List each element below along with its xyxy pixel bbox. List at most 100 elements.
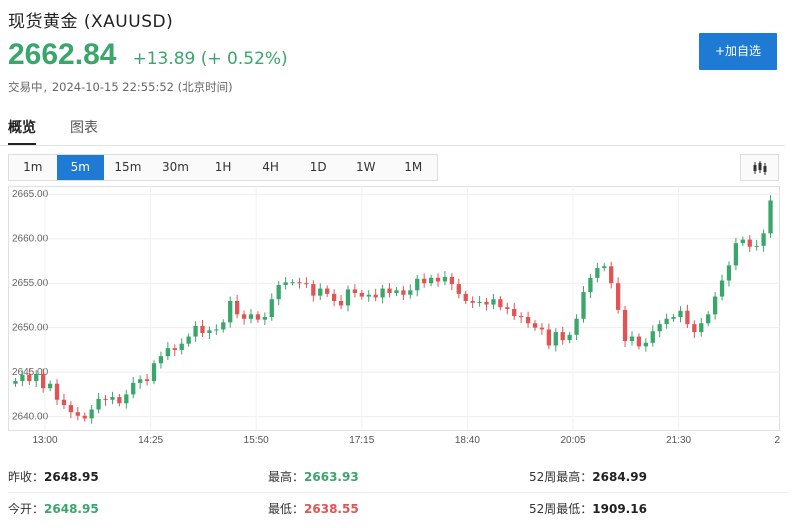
candle-body: [380, 288, 385, 298]
interval-1m[interactable]: 1m: [9, 155, 57, 180]
candle-body: [200, 325, 205, 334]
candle-body: [165, 348, 171, 357]
candle-body: [234, 300, 240, 315]
stat-low: 最低：2638.55: [268, 500, 359, 517]
candle-body: [512, 309, 517, 317]
candle-body: [761, 233, 766, 246]
interval-selector: 1m 5m 15m 30m 1H 4H 1D 1W 1M: [8, 154, 438, 181]
candle-body: [186, 336, 191, 344]
candle-body: [740, 239, 745, 244]
candle-body: [671, 317, 676, 319]
candle-body: [456, 284, 461, 294]
interval-5m[interactable]: 5m: [56, 155, 105, 180]
candle-body: [553, 332, 558, 346]
candle-body: [463, 293, 468, 301]
y-tick-label: 2640.00: [12, 412, 49, 423]
candle-body: [262, 317, 267, 320]
candle-body: [241, 314, 247, 319]
stat-prev-close: 昨收：2648.95: [8, 468, 99, 485]
page-title: 现货黄金 (XAUUSD): [8, 12, 174, 32]
candle-body: [519, 316, 524, 318]
candle-body: [401, 290, 406, 295]
chart-type-button[interactable]: [740, 154, 779, 181]
candle-body: [110, 397, 115, 400]
candle-body: [532, 323, 538, 328]
candle-body: [719, 280, 725, 297]
add-watchlist-button[interactable]: +加自选: [699, 33, 777, 70]
x-tick-label: 14:25: [138, 435, 163, 446]
stat-value: 2663.93: [304, 470, 359, 484]
candle-body: [699, 323, 704, 333]
candle-body: [373, 294, 378, 298]
candle-body: [588, 277, 593, 293]
y-tick-label: 2650.00: [12, 323, 49, 334]
candle-body: [442, 276, 448, 282]
candle-body: [41, 373, 46, 389]
stat-value: 2648.95: [44, 502, 99, 516]
candle-body: [692, 324, 697, 333]
x-tick-label: 15:50: [244, 435, 269, 446]
candle-body: [477, 301, 482, 303]
stat-open: 今开：2648.95: [8, 500, 99, 517]
stat-52w-high: 52周最高：2684.99: [529, 468, 647, 485]
candle-body: [248, 314, 254, 319]
x-tick-label: 17:15: [349, 435, 374, 446]
candlestick-chart[interactable]: 2665.002660.002655.002650.002645.002640.…: [8, 186, 794, 454]
candle-body: [546, 329, 552, 346]
interval-1d[interactable]: 1D: [294, 155, 342, 180]
candle-body: [581, 292, 586, 319]
candle-body: [387, 288, 392, 293]
candle-body: [408, 290, 413, 295]
stat-label: 今开：: [8, 502, 45, 516]
interval-30m[interactable]: 30m: [152, 155, 200, 180]
interval-1w[interactable]: 1W: [342, 155, 390, 180]
interval-4h[interactable]: 4H: [247, 155, 295, 180]
stat-value: 2638.55: [304, 502, 359, 516]
plot-frame: [8, 186, 780, 431]
candle-body: [428, 277, 434, 284]
candle-body: [179, 343, 184, 350]
candle-body: [505, 307, 510, 309]
candle-body: [193, 325, 198, 337]
candle-body: [449, 276, 455, 285]
candle-body: [629, 336, 635, 342]
candle-body: [726, 265, 732, 281]
candle-body: [13, 381, 18, 384]
x-tick-label: 21:30: [666, 435, 691, 446]
candle-body: [54, 383, 60, 400]
stat-52w-low: 52周最低：1909.16: [529, 500, 647, 517]
main-tabs: 概览 图表: [8, 117, 132, 145]
interval-1mo[interactable]: 1M: [390, 155, 438, 180]
tab-overview[interactable]: 概览: [8, 117, 36, 145]
candle-body: [643, 342, 648, 347]
candle-body: [20, 374, 25, 382]
status-label: 交易中: [8, 80, 43, 94]
stat-label: 昨收：: [8, 470, 45, 484]
interval-1h[interactable]: 1H: [199, 155, 247, 180]
candle-body: [34, 373, 39, 382]
price-chart[interactable]: 2665.00 2660.00 2655.00 2650.00 2645.00 2640.…: [8, 186, 794, 458]
tabs-divider: [0, 145, 785, 146]
candle-body: [158, 356, 164, 364]
candle-body: [352, 289, 358, 293]
candle-body: [207, 330, 212, 334]
candle-body: [96, 398, 101, 410]
candle-body: [359, 292, 364, 297]
candle-body: [415, 278, 420, 291]
candle-body: [706, 314, 711, 324]
candle-body: [276, 284, 281, 300]
candle-body: [221, 322, 226, 330]
candle-body: [664, 318, 669, 325]
stat-label: 最低：: [268, 502, 305, 516]
tab-chart[interactable]: 图表: [70, 117, 98, 143]
candle-body: [75, 412, 80, 416]
candle-body: [61, 399, 67, 406]
candle-body: [394, 290, 399, 293]
candle-body: [103, 398, 108, 400]
x-tick-label: 20:05: [560, 435, 585, 446]
interval-15m[interactable]: 15m: [104, 155, 152, 180]
stat-label: 最高：: [268, 470, 305, 484]
candle-body: [27, 374, 32, 382]
candle-body: [609, 266, 614, 284]
candle-body: [214, 329, 219, 331]
